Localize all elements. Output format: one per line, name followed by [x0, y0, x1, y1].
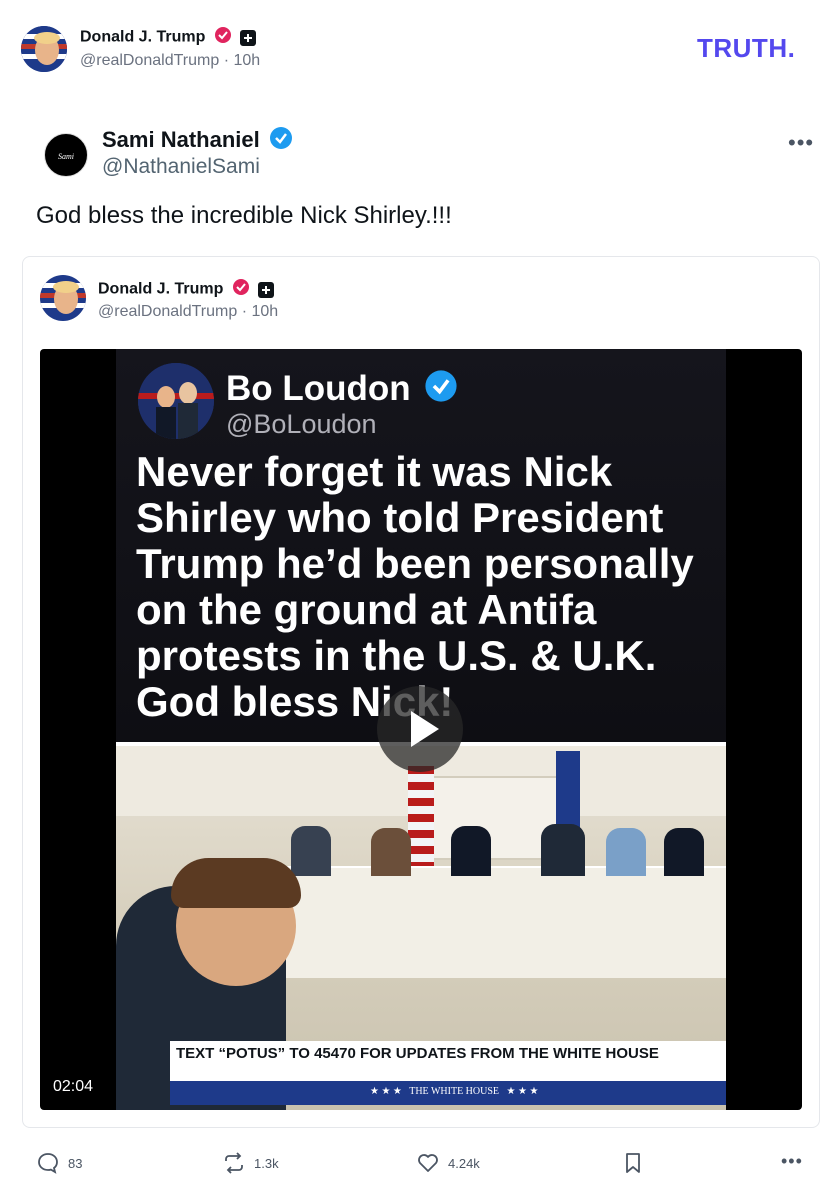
verified-badge-icon	[232, 278, 250, 301]
verified-badge-icon	[269, 126, 293, 156]
reply-button[interactable]: 83	[36, 1151, 82, 1175]
news-ticker: TEXT “POTUS” TO 45470 FOR UPDATES FROM T…	[170, 1041, 726, 1085]
quoted-author-name[interactable]: Donald J. Trump	[98, 281, 223, 298]
ticker-sub-bar: ★ ★ ★ THE WHITE HOUSE ★ ★ ★	[170, 1081, 726, 1105]
heart-icon	[418, 1154, 438, 1172]
reply-icon	[38, 1153, 58, 1174]
overlay-avatar	[138, 363, 214, 439]
verified-badge-icon	[214, 26, 232, 49]
quoted-author-row: Donald J. Trump	[98, 278, 275, 301]
embedded-post-text: God bless the incredible Nick Shirley.!!…	[36, 202, 452, 229]
plus-badge-icon	[240, 29, 257, 46]
quoted-author-avatar[interactable]	[40, 275, 86, 321]
author-name[interactable]: Donald J. Trump	[80, 29, 205, 46]
quoted-post-time[interactable]: 10h	[252, 303, 279, 320]
author-avatar[interactable]	[21, 26, 67, 72]
embedded-author-handle[interactable]: @NathanielSami	[102, 155, 260, 179]
plus-badge-icon	[258, 281, 275, 298]
bookmark-icon	[626, 1153, 640, 1173]
ticker-sub: ★ ★ ★ THE WHITE HOUSE ★ ★ ★	[370, 1086, 539, 1097]
post-time[interactable]: 10h	[234, 52, 261, 69]
overlay-name-row: Bo Loudon	[226, 369, 458, 412]
play-icon	[411, 711, 439, 747]
video-duration: 02:04	[53, 1078, 94, 1095]
svg-text:Sami: Sami	[58, 152, 74, 161]
overlay-name: Bo Loudon	[226, 369, 411, 408]
verified-badge-icon	[424, 369, 458, 412]
quoted-author-handle[interactable]: @realDonaldTrump	[98, 303, 237, 320]
quoted-author-meta: @realDonaldTrump · 10h	[98, 303, 279, 320]
overlay-headline: Never forget it was Nick Shirley who tol…	[136, 448, 694, 725]
author-handle[interactable]: @realDonaldTrump	[80, 52, 219, 69]
repost-icon	[225, 1152, 243, 1174]
like-button[interactable]: 4.24k	[416, 1151, 480, 1175]
truth-logo[interactable]: TRUTH.	[697, 33, 795, 64]
embedded-more-icon[interactable]: •••	[788, 130, 814, 156]
ticker-text: TEXT “POTUS” TO 45470 FOR UPDATES FROM T…	[176, 1045, 659, 1062]
video-player[interactable]: Bo Loudon @BoLoudon Never forget it was …	[40, 349, 802, 1110]
author-name-row: Donald J. Trump	[80, 26, 257, 49]
embedded-author-row: Sami Nathaniel	[102, 126, 293, 156]
action-bar: 83 1.3k 4.24k •••	[0, 1145, 840, 1185]
bookmark-button[interactable]	[622, 1151, 644, 1180]
repost-count: 1.3k	[254, 1155, 279, 1171]
quoted-post-card[interactable]: Donald J. Trump @realDonaldTrump · 10h B…	[22, 256, 820, 1128]
author-meta: @realDonaldTrump · 10h	[80, 52, 261, 69]
play-button[interactable]	[377, 686, 463, 772]
embedded-author-avatar[interactable]: Sami	[44, 133, 88, 177]
reply-count: 83	[68, 1155, 83, 1171]
more-options-icon[interactable]: •••	[781, 1151, 803, 1172]
like-count: 4.24k	[448, 1155, 480, 1171]
embedded-author-name[interactable]: Sami Nathaniel	[102, 127, 260, 152]
repost-button[interactable]: 1.3k	[222, 1151, 279, 1175]
overlay-handle: @BoLoudon	[226, 409, 377, 439]
